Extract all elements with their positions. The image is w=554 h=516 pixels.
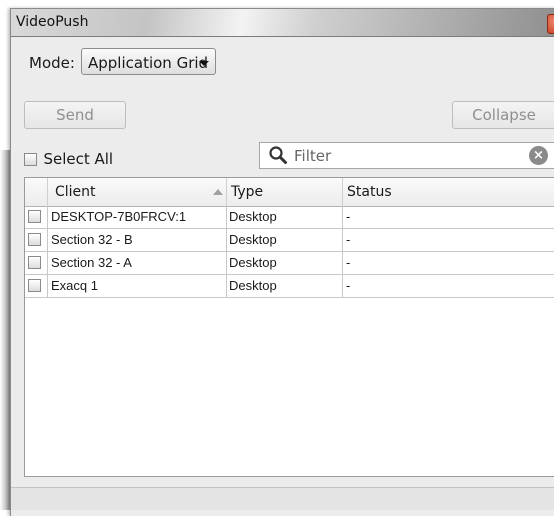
row-checkbox[interactable] xyxy=(28,233,41,246)
row-checkbox[interactable] xyxy=(28,279,41,292)
row-checkbox[interactable] xyxy=(28,256,41,269)
cell-divider xyxy=(226,275,227,297)
status-cell: - xyxy=(346,278,351,293)
filter-box: × xyxy=(259,142,554,169)
client-cell: Exacq 1 xyxy=(51,278,98,293)
table-row[interactable]: DESKTOP-7B0FRCV:1 Desktop - xyxy=(25,206,554,229)
window-title: VideoPush xyxy=(16,14,89,30)
close-button[interactable]: × xyxy=(547,14,554,34)
select-all-checkbox[interactable] xyxy=(24,152,37,166)
status-cell: - xyxy=(346,255,351,270)
table-row[interactable]: Section 32 - B Desktop - xyxy=(25,229,554,252)
client-grid: Client Type Status DESKTOP-7B0FRCV:1 Des… xyxy=(24,177,554,477)
select-all-label: Select All xyxy=(43,150,114,168)
cell-divider xyxy=(226,229,227,251)
header-separator xyxy=(226,178,227,206)
client-cell: Section 32 - B xyxy=(51,232,133,247)
table-row[interactable]: Section 32 - A Desktop - xyxy=(25,252,554,275)
select-all[interactable]: Select All xyxy=(24,150,113,168)
search-icon xyxy=(269,146,287,164)
cell-divider xyxy=(342,229,343,251)
mode-dropdown[interactable]: Application Grid xyxy=(81,48,216,75)
type-cell: Desktop xyxy=(229,209,277,224)
client-cell: Section 32 - A xyxy=(51,255,132,270)
clear-icon[interactable]: × xyxy=(529,146,548,165)
status-cell: - xyxy=(346,232,351,247)
row-checkbox[interactable] xyxy=(28,210,41,223)
cell-divider xyxy=(342,206,343,228)
mode-selected-value: Application Grid xyxy=(88,54,209,72)
status-cell: - xyxy=(346,209,351,224)
column-header-status[interactable]: Status xyxy=(347,184,392,200)
send-button[interactable]: Send xyxy=(24,101,126,129)
column-header-type[interactable]: Type xyxy=(231,184,263,200)
videopush-window: VideoPush × Mode: Application Grid Send … xyxy=(10,8,554,516)
type-cell: Desktop xyxy=(229,278,277,293)
grid-header: Client Type Status xyxy=(25,178,554,207)
cell-divider xyxy=(47,252,48,274)
filter-input[interactable] xyxy=(292,145,516,167)
column-header-client[interactable]: Client xyxy=(55,184,96,200)
cell-divider xyxy=(342,275,343,297)
background-shadow xyxy=(0,150,10,510)
type-cell: Desktop xyxy=(229,232,277,247)
cell-divider xyxy=(226,206,227,228)
cell-divider xyxy=(47,206,48,228)
cell-divider xyxy=(226,252,227,274)
cell-divider xyxy=(47,275,48,297)
header-separator xyxy=(47,178,48,206)
cell-divider xyxy=(342,252,343,274)
chevron-down-icon xyxy=(199,61,209,66)
client-cell: DESKTOP-7B0FRCV:1 xyxy=(51,209,187,224)
sort-ascending-icon xyxy=(213,189,223,195)
type-cell: Desktop xyxy=(229,255,277,270)
mode-label: Mode: xyxy=(29,54,75,72)
table-row[interactable]: Exacq 1 Desktop - xyxy=(25,275,554,298)
header-separator xyxy=(342,178,343,206)
title-bar[interactable]: VideoPush × xyxy=(11,9,554,37)
status-bar xyxy=(11,487,554,510)
collapse-button[interactable]: Collapse xyxy=(452,101,554,129)
cell-divider xyxy=(47,229,48,251)
